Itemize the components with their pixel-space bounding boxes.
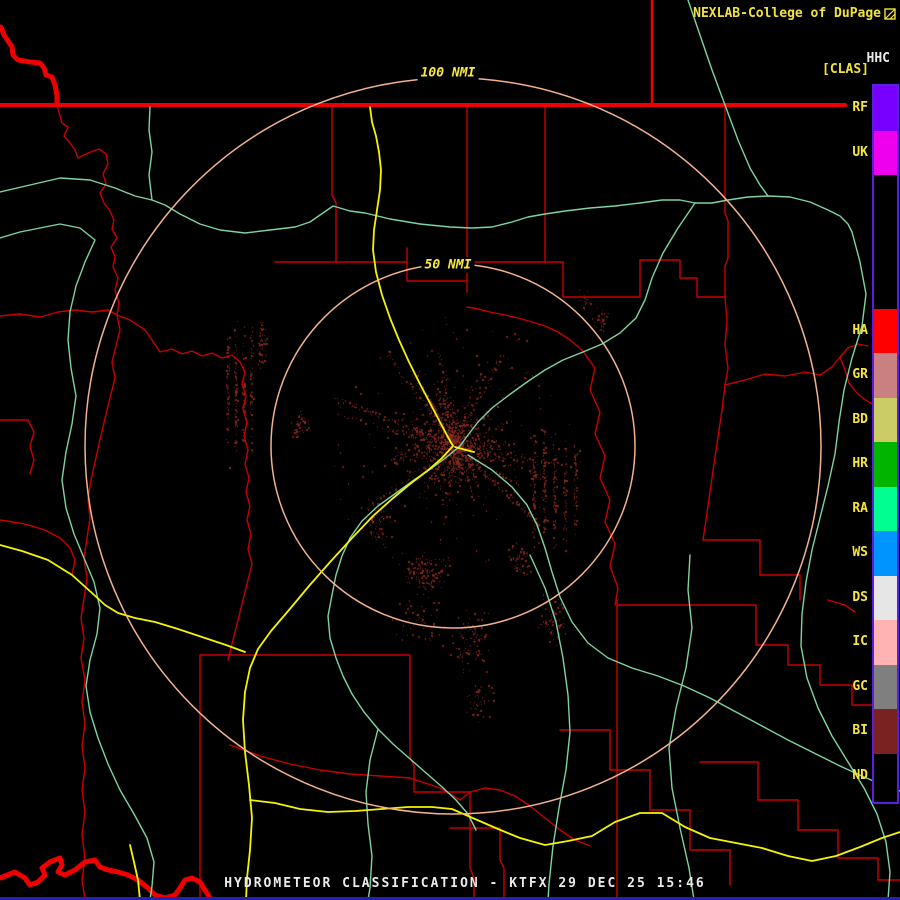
colorbar-label-BI: BI	[852, 723, 868, 739]
colorbar-label-RA: RA	[852, 500, 868, 516]
range-label-100nmi: 100 NMI	[417, 65, 479, 81]
state-boundaries	[0, 0, 847, 900]
colorbar-label-UK: UK	[852, 144, 868, 160]
colorbar-label-GR: GR	[852, 367, 868, 383]
site-title: NEXLAB-College of DuPage	[693, 6, 881, 21]
colorbar-label-GC: GC	[852, 678, 868, 694]
colorbar-cell-blank	[874, 175, 897, 220]
colorbar-cell-BI	[874, 709, 897, 754]
colorbar-cell-WS	[874, 531, 897, 576]
county-boundaries	[0, 104, 900, 900]
colorbar-cell-UK	[874, 130, 897, 176]
colorbar-label-RF: RF	[852, 100, 868, 116]
colorbar-label-BD: BD	[852, 411, 868, 427]
colorbar-label-ND: ND	[852, 767, 868, 783]
colorbar-cell-DS	[874, 575, 897, 621]
colorbar-cell-HA	[874, 308, 897, 354]
colorbar-cell-ND	[874, 753, 897, 799]
colorbar-cell-HR	[874, 442, 897, 487]
colorbar-cell-GC	[874, 664, 897, 710]
hydrometeor-colorbar	[872, 84, 899, 804]
colorbar-label-HA: HA	[852, 322, 868, 338]
radar-screen: NEXLAB-College of DuPage HHC [CLAS] 100 …	[0, 0, 900, 900]
colorbar-cell-IC	[874, 620, 897, 665]
highways	[0, 106, 900, 900]
product-mode-tag: [CLAS]	[822, 62, 869, 77]
base-map	[0, 0, 900, 900]
colorbar-cell-blank	[874, 219, 897, 265]
colorbar-label-HR: HR	[852, 456, 868, 472]
colorbar-cell-GR	[874, 353, 897, 398]
colorbar-cell-BD	[874, 397, 897, 443]
status-bar: HYDROMETEOR CLASSIFICATION - KTFX 29 DEC…	[224, 876, 706, 891]
colorbar-label-DS: DS	[852, 589, 868, 605]
service-mark-icon	[884, 7, 896, 20]
colorbar-cell-blank	[874, 264, 897, 309]
range-label-50nmi: 50 NMI	[421, 257, 475, 273]
colorbar-cell-RA	[874, 486, 897, 532]
colorbar-cell-RF	[874, 86, 897, 131]
colorbar-label-IC: IC	[852, 634, 868, 650]
product-code: HHC	[866, 51, 890, 66]
colorbar-label-WS: WS	[852, 545, 868, 561]
